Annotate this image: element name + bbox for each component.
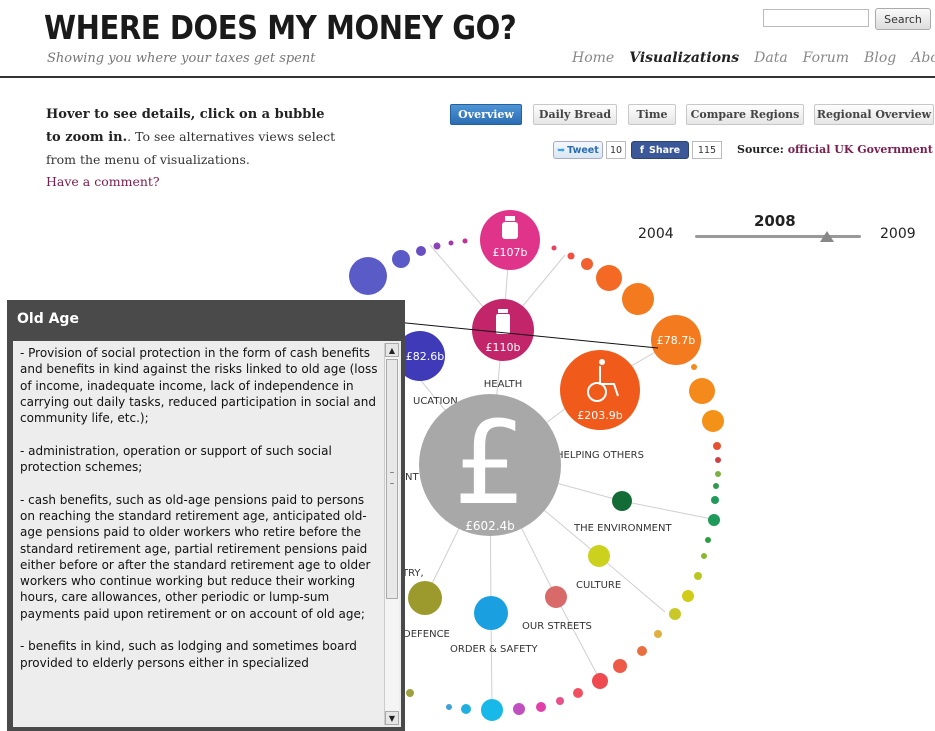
helping-others-label: HELPING OTHERS — [556, 450, 644, 461]
bubble-orange-ring-1 — [689, 378, 715, 404]
bubble-red-small — [567, 252, 575, 260]
bubble-culture[interactable] — [588, 545, 610, 567]
bubble-pink-ring — [573, 688, 583, 698]
bubble-helping-others[interactable]: £203.9b — [560, 350, 640, 430]
bubble-old-age[interactable]: £78.7b — [651, 315, 701, 365]
bubble-lime-ring-tiny — [701, 553, 707, 559]
scroll-down-icon[interactable]: ▼ — [385, 711, 399, 725]
bubble-defence[interactable] — [408, 581, 442, 615]
tooltip-title: Old Age — [17, 311, 79, 327]
helping-others-value: £203.9b — [577, 409, 622, 422]
culture-label: CULTURE — [576, 580, 621, 591]
bubble-yellow-ring-small — [654, 630, 662, 638]
health-value: £110b — [486, 341, 521, 354]
scrollbar-thumb[interactable] — [386, 359, 398, 599]
bubble-coral-ring — [637, 646, 647, 656]
bubble-top-pink[interactable]: £107b — [480, 210, 540, 270]
education-value: £82.6b — [406, 350, 444, 363]
pound-icon: £ — [453, 397, 526, 531]
environment-label: THE ENVIRONMENT — [573, 523, 672, 534]
bubble-olive-ring — [406, 689, 414, 697]
tooltip-description: - Provision of social protection in the … — [20, 346, 378, 670]
bubble-green-ring-tiny-3 — [705, 537, 711, 543]
bubble-magenta-tiny — [462, 238, 468, 244]
bubble-magenta-ring — [536, 702, 546, 712]
bubble-top-value: £107b — [493, 246, 528, 259]
tooltip-scrollbar[interactable]: ▲ ▼ — [384, 343, 399, 725]
bubble-purple — [392, 250, 410, 268]
bubble-red-tiny — [551, 245, 557, 251]
bubble-orange-small — [581, 258, 593, 270]
bubble-coral-ring-2 — [613, 659, 627, 673]
bubble-orange-ring-2 — [702, 410, 724, 432]
bubble-total[interactable]: £ £602.4b — [419, 394, 561, 536]
bubble-our-streets[interactable] — [545, 586, 567, 608]
scroll-up-icon[interactable]: ▲ — [385, 343, 399, 357]
partial-label-nt: NT — [405, 472, 419, 483]
education-label: UCATION — [413, 396, 458, 407]
bubble-pink-ring-2 — [556, 697, 564, 705]
bubble-violet-small — [433, 242, 441, 250]
bubble-red-ring-small — [715, 457, 721, 463]
bubble-purple-small — [416, 246, 426, 256]
bubble-blue-ring-tiny — [446, 704, 452, 710]
bubble-orange-large — [622, 283, 654, 315]
bubble-green-ring — [708, 514, 720, 526]
total-value: £602.4b — [465, 519, 515, 533]
bubble-order-safety[interactable] — [474, 596, 508, 630]
streets-label: OUR STREETS — [522, 621, 592, 632]
order-safety-label: ORDER & SAFETY — [450, 644, 538, 655]
medicine-bottle-icon — [496, 309, 510, 334]
bubble-green-ring-small — [711, 496, 719, 504]
scrollbar-grip — [390, 472, 394, 484]
bubble-green-ring-tiny — [715, 471, 721, 477]
bubble-red-ring — [713, 442, 721, 450]
bubble-environment[interactable] — [612, 491, 632, 511]
bubble-violet-tiny — [448, 240, 454, 246]
detail-tooltip: Old Age - Provision of social protection… — [7, 300, 405, 731]
tooltip-body[interactable]: - Provision of social protection in the … — [13, 341, 401, 727]
bubble-cyan-ring — [481, 699, 503, 721]
bubble-orange-ring-tiny — [691, 364, 697, 370]
bubble-orange-medium — [596, 265, 622, 291]
bubble-cyan-ring-small — [461, 704, 471, 714]
health-label: HEALTH — [484, 379, 523, 390]
bubble-purple-large — [349, 257, 387, 295]
old-age-value: £78.7b — [657, 334, 695, 347]
bubble-yellow-ring-2 — [669, 608, 681, 620]
defence-label: DEFENCE — [403, 629, 450, 640]
bubble-red-ring-2 — [592, 673, 608, 689]
bubble-green-ring-tiny-2 — [713, 483, 719, 489]
bubble-yellow-ring — [682, 590, 694, 602]
bubble-violet-ring — [513, 703, 525, 715]
bubble-lime-ring-small — [694, 572, 702, 580]
